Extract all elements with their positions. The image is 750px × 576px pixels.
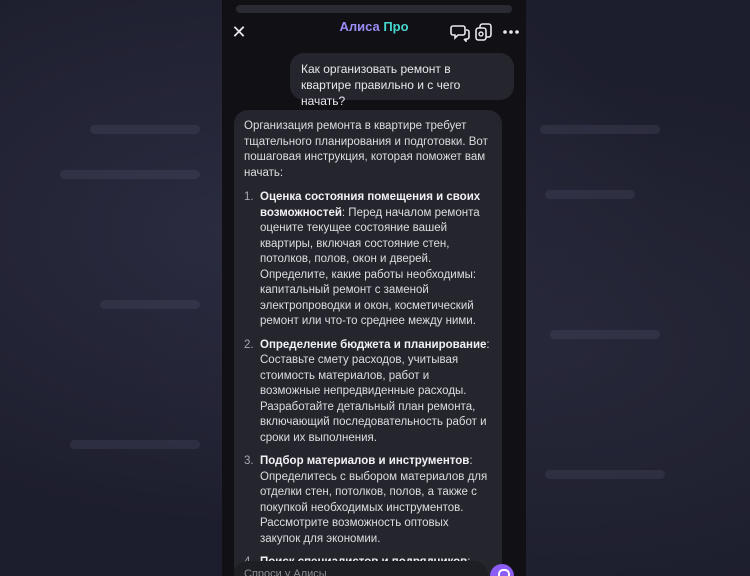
assistant-intro-text: Организация ремонта в квартире требует т… bbox=[244, 120, 488, 179]
step-title: Подбор материалов и инструментов bbox=[260, 455, 470, 467]
status-strip bbox=[236, 5, 512, 13]
step-text: : Определитесь с выбором материалов для … bbox=[260, 455, 488, 545]
step-number: 3. bbox=[244, 455, 254, 467]
mic-button[interactable] bbox=[490, 564, 514, 576]
blurred-background-line bbox=[545, 190, 635, 199]
more-icon bbox=[503, 30, 519, 34]
blurred-background-line bbox=[550, 330, 660, 339]
copy-icon bbox=[475, 23, 492, 41]
blurred-background-line bbox=[100, 300, 200, 309]
message-input[interactable]: Спроси у Алисы bbox=[234, 561, 488, 576]
step-item: 2. Определение бюджета и планирование: С… bbox=[244, 338, 492, 447]
chats-icon bbox=[450, 25, 470, 43]
title-main: Алиса bbox=[339, 19, 380, 34]
step-title: Определение бюджета и планирование bbox=[260, 338, 487, 351]
message-input-placeholder: Спроси у Алисы bbox=[244, 568, 327, 576]
step-text: : Перед началом ремонта оцените текущее … bbox=[260, 206, 480, 328]
step-item: 3. Подбор материалов и инструментов: Опр… bbox=[244, 454, 492, 547]
steps-list: 1. Оценка состояния помещения и своих во… bbox=[244, 190, 492, 571]
assistant-message-bubble: Организация ремонта в квартире требует т… bbox=[234, 110, 502, 576]
step-number: 1. bbox=[244, 191, 254, 203]
blurred-background-line bbox=[60, 170, 200, 179]
chat-header: ✕ Алиса Про bbox=[222, 14, 526, 50]
user-message-bubble: Как организовать ремонт в квартире прави… bbox=[290, 53, 514, 108]
copy-button[interactable] bbox=[474, 22, 494, 42]
blurred-background-line bbox=[90, 125, 200, 134]
title-pro: Про bbox=[383, 19, 409, 34]
user-message-text: Как организовать ремонт в квартире прави… bbox=[301, 62, 461, 108]
step-item: 1. Оценка состояния помещения и своих во… bbox=[244, 190, 492, 330]
step-text: : Составьте смету расходов, учитывая сто… bbox=[260, 338, 490, 444]
blurred-background-line bbox=[70, 440, 200, 449]
blurred-background-line bbox=[545, 470, 665, 479]
more-button[interactable] bbox=[501, 22, 521, 42]
step-number: 2. bbox=[244, 338, 254, 351]
chat-screen: ✕ Алиса Про Как организовать ремонт в кв… bbox=[222, 0, 526, 576]
chats-button[interactable] bbox=[450, 22, 470, 43]
blurred-background-line bbox=[540, 125, 660, 134]
